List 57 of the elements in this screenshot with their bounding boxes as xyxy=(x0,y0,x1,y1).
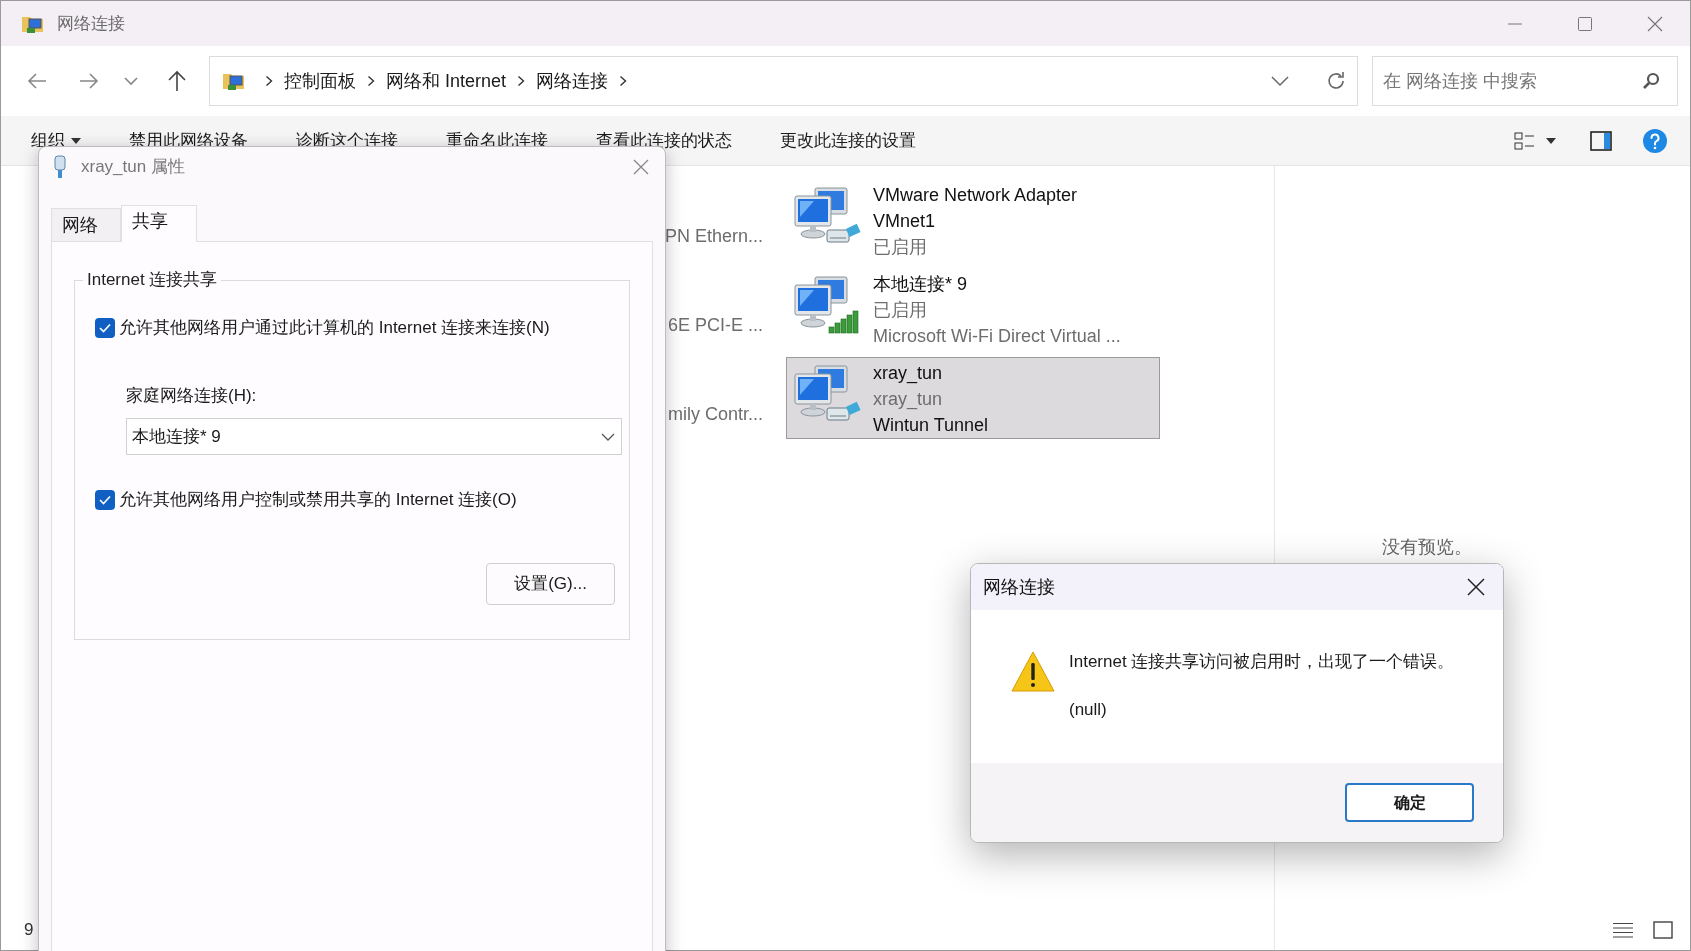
checkmark-icon xyxy=(99,322,111,333)
ok-button[interactable]: 确定 xyxy=(1345,783,1474,822)
tiles-view-icon[interactable] xyxy=(1653,921,1673,939)
settings-button[interactable]: 设置(G)... xyxy=(486,562,615,605)
connection-description: PN Ethern... xyxy=(664,225,763,248)
search-field[interactable]: 在 网络连接 中搜索 xyxy=(1372,56,1678,106)
warning-icon xyxy=(1011,650,1055,694)
connection-description: Microsoft Wi-Fi Direct Virtual ... xyxy=(873,325,1121,348)
connection-status: xray_tun xyxy=(873,388,943,412)
connection-name: xray_tun xyxy=(873,362,944,386)
checkbox[interactable] xyxy=(95,489,115,510)
chevron-right-icon xyxy=(367,75,375,87)
tab[interactable]: 共享 xyxy=(121,205,197,242)
connection-item[interactable]: 本地连接* 9 已启用 Microsoft Wi-Fi Direct Virtual ... xyxy=(786,268,1160,350)
chevron-down-icon xyxy=(601,432,615,441)
close-icon[interactable] xyxy=(1467,578,1485,596)
dialog-title: xray_tun 属性 xyxy=(81,156,185,179)
connection-name: VMware Network Adapter VMnet1 xyxy=(873,184,1079,233)
connection-description: 6E PCI-E ... xyxy=(667,314,763,337)
connection-status: 已启用 xyxy=(873,299,927,322)
connection-status: 已启用 xyxy=(873,236,927,259)
checkbox-label[interactable]: 允许其他网络用户通过此计算机的 Internet 连接来连接(N) xyxy=(119,315,550,341)
error-detail: (null) xyxy=(1069,699,1107,721)
field-label: 家庭网络连接(H): xyxy=(126,384,257,407)
breadcrumb-item[interactable]: 控制面板 xyxy=(284,67,356,95)
details-view-icon[interactable] xyxy=(1613,922,1633,938)
connection-description: Wintun Tunnel xyxy=(873,414,989,437)
checkbox[interactable] xyxy=(95,317,115,338)
checkbox-label[interactable]: 允许其他网络用户控制或禁用共享的 Internet 连接(O) xyxy=(119,487,517,513)
chevron-right-icon xyxy=(265,75,273,87)
caret-icon xyxy=(71,137,81,144)
preview-message: 没有预览。 xyxy=(1382,536,1472,559)
toolbar-button[interactable]: 更改此连接的设置 xyxy=(780,127,916,154)
error-message: Internet 连接共享访问被启用时，出现了一个错误。 xyxy=(1069,651,1455,673)
search-icon[interactable] xyxy=(1642,72,1660,90)
caret-icon[interactable] xyxy=(1546,137,1556,144)
dropdown[interactable]: 本地连接* 9 xyxy=(126,418,622,455)
preview-pane-icon[interactable] xyxy=(1590,130,1612,151)
dialog-title: 网络连接 xyxy=(983,575,1055,599)
window-title: 网络连接 xyxy=(57,12,125,35)
item-count: 9 xyxy=(24,919,34,942)
connection-item[interactable]: VMware Network Adapter VMnet1 已启用 xyxy=(786,179,1160,261)
chevron-down-icon[interactable] xyxy=(1271,75,1289,87)
adapter-icon xyxy=(53,155,67,179)
address-bar[interactable]: 控制面板 网络和 Internet 网络连接 xyxy=(209,56,1358,106)
breadcrumb-item[interactable]: 网络和 Internet xyxy=(386,67,507,95)
connection-item[interactable]: xray_tun xray_tun Wintun Tunnel xyxy=(786,357,1160,439)
breadcrumb-item[interactable]: 网络连接 xyxy=(536,67,609,95)
chevron-right-icon[interactable] xyxy=(619,75,628,87)
checkmark-icon xyxy=(99,494,111,505)
chevron-right-icon xyxy=(517,75,526,87)
tab[interactable]: 网络 xyxy=(51,208,121,241)
view-options-icon[interactable] xyxy=(1514,131,1536,150)
connection-name: 本地连接* 9 xyxy=(873,273,969,296)
help-icon[interactable] xyxy=(1642,127,1668,154)
connection-description: mily Contr... xyxy=(667,403,763,426)
refresh-icon[interactable] xyxy=(1325,70,1347,92)
